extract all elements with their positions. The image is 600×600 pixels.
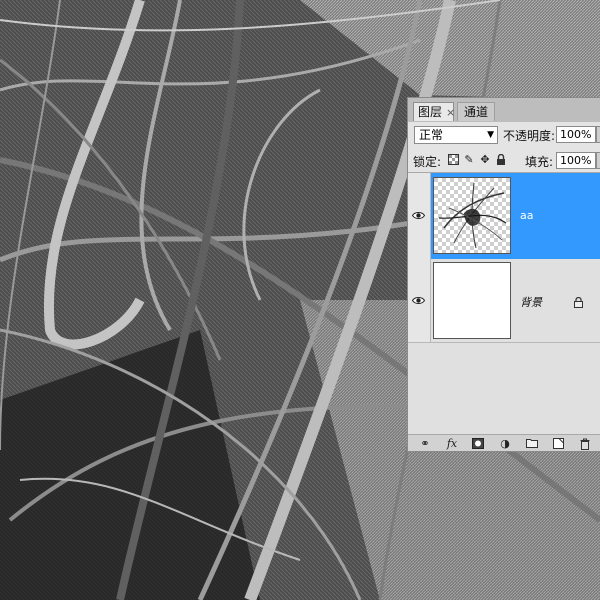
tab-layers[interactable]: 图层 × [413,102,455,122]
visibility-toggle[interactable] [408,173,431,259]
fill-input[interactable]: 100% [556,152,596,169]
tab-layers-label: 图层 [418,105,443,119]
adjustment-icon[interactable]: ◑ [498,438,512,450]
eye-icon [412,212,425,219]
new-layer-icon[interactable] [551,438,565,450]
mask-icon[interactable] [471,438,485,450]
lock-position-icon[interactable]: ✥ [479,154,491,166]
opacity-slider-icon[interactable] [596,126,600,143]
tab-channels-label: 通道 [464,105,489,119]
eye-icon [412,296,425,304]
lock-image-icon[interactable]: ✎ [463,154,475,166]
link-icon[interactable]: ⚭ [418,438,432,450]
layer-thumbnail-aa [433,177,511,254]
lock-all-icon[interactable] [495,153,507,166]
visibility-toggle[interactable] [408,259,431,342]
blend-mode-select[interactable]: 正常 ▼ [414,126,498,144]
panel-bottom-toolbar: ⚭ fx ◑ [408,434,600,451]
folder-icon[interactable] [525,438,539,450]
blend-opacity-row: 正常 ▼ 不透明度: 100% [408,122,600,148]
blend-mode-value: 正常 [419,128,444,142]
chevron-down-icon: ▼ [487,130,494,140]
fill-label: 填充: [525,155,554,169]
lock-icon [574,293,583,312]
layers-list: aa 背景 [408,173,600,435]
fx-icon[interactable]: fx [445,438,459,450]
tab-channels[interactable]: 通道 [457,102,495,121]
layer-name-background[interactable]: 背景 [520,294,542,310]
lock-transparent-icon[interactable] [447,154,459,166]
layer-row-aa[interactable]: aa [408,173,600,259]
layer-name-aa[interactable]: aa [520,209,533,222]
close-icon[interactable]: × [446,103,455,122]
opacity-input[interactable]: 100% [556,126,596,143]
trash-icon[interactable] [578,438,592,450]
layer-thumbnail-background [433,262,511,339]
layers-panel: 图层 × 通道 正常 ▼ 不透明度: 100% 锁定: ✎ ✥ 填充: 100% [407,97,600,452]
lock-label: 锁定: [413,155,442,169]
fill-slider-icon[interactable] [596,152,600,169]
layer-row-background[interactable]: 背景 [408,259,600,343]
panel-tabs: 图层 × 通道 [408,98,600,123]
opacity-label: 不透明度: [503,129,556,143]
lock-fill-row: 锁定: ✎ ✥ 填充: 100% [408,148,600,173]
